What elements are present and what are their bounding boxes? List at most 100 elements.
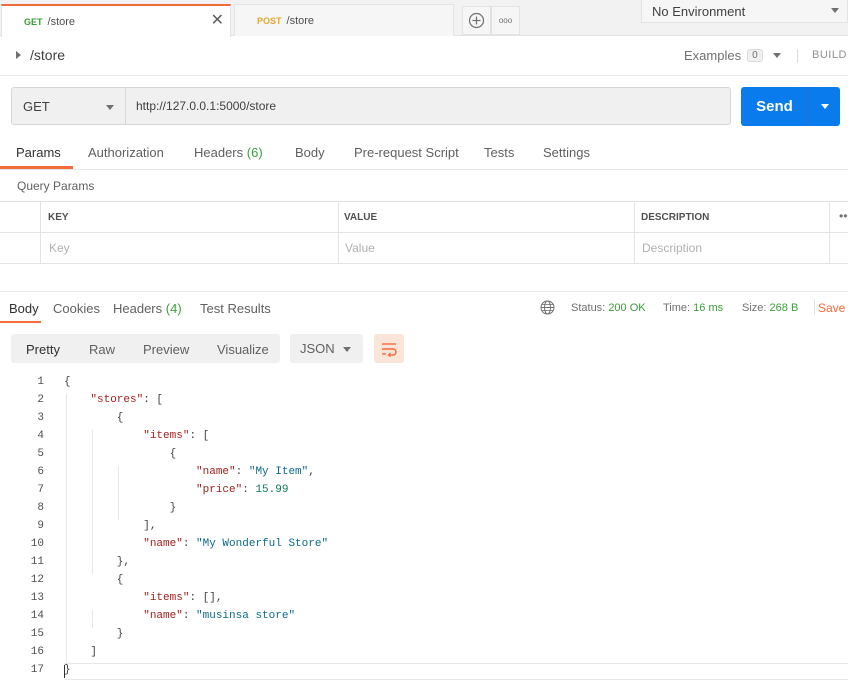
request-name-label: /store <box>30 47 66 63</box>
wrap-lines-button[interactable] <box>374 334 404 363</box>
line-number: 8 <box>37 502 44 514</box>
response-time: Time: 16 ms <box>663 302 723 314</box>
code-line: "items": [], <box>143 592 223 604</box>
line-number: 5 <box>37 448 44 460</box>
column-divider <box>338 201 339 264</box>
examples-label: Examples <box>684 48 742 63</box>
column-header-key: KEY <box>48 212 69 223</box>
close-tab-icon[interactable]: ✕ <box>211 13 224 29</box>
size-value: 268 B <box>769 302 799 314</box>
request-name[interactable]: /store <box>16 47 65 63</box>
chevron-down-icon <box>106 105 114 110</box>
tab-tests[interactable]: Tests <box>484 145 514 160</box>
response-size: Size: 268 B <box>742 302 798 314</box>
view-preview-button[interactable]: Preview <box>143 342 189 357</box>
code-line: "price": 15.99 <box>196 484 289 496</box>
save-response-button[interactable]: Save <box>818 301 845 315</box>
active-tab-indicator <box>0 321 41 323</box>
line-number: 14 <box>30 610 44 622</box>
more-horizontal-icon: ooo <box>498 16 513 25</box>
column-divider <box>829 201 830 264</box>
code-line: ], <box>64 520 157 532</box>
http-method-select[interactable]: GET <box>11 87 126 125</box>
column-header-description: DESCRIPTION <box>641 212 710 223</box>
tab-options-button[interactable]: ooo <box>491 6 520 35</box>
code-line: } <box>64 664 71 676</box>
response-tab-test-results[interactable]: Test Results <box>200 301 271 316</box>
response-body-editor[interactable]: 1 {2 "stores": [3 {4 "items": [5 {6 "name… <box>0 374 848 685</box>
tab-authorization[interactable]: Authorization <box>88 145 164 160</box>
code-line: ] <box>64 646 98 658</box>
code-line: }, <box>64 556 131 568</box>
line-number: 10 <box>30 538 44 550</box>
line-number: 4 <box>37 430 44 442</box>
tab-count: (6) <box>246 145 263 160</box>
response-tab-body[interactable]: Body <box>9 301 39 316</box>
param-description-input[interactable]: Description <box>642 241 702 255</box>
column-divider <box>40 201 41 264</box>
examples-dropdown[interactable]: Examples 0 <box>684 48 781 63</box>
tab-label: Params <box>16 145 61 160</box>
environment-label: No Environment <box>652 3 746 19</box>
send-options-chevron-icon[interactable] <box>821 104 829 109</box>
line-number: 6 <box>37 466 44 478</box>
divider <box>808 87 809 126</box>
code-line: { <box>64 574 124 586</box>
view-visualize-button[interactable]: Visualize <box>217 342 269 357</box>
view-pretty-button[interactable]: Pretty <box>26 342 60 357</box>
new-tab-button[interactable] <box>462 6 491 35</box>
status-label: Status: <box>571 302 606 314</box>
line-number: 7 <box>37 484 44 496</box>
environment-selector[interactable]: No Environment <box>641 0 848 23</box>
line-number: 16 <box>30 646 44 658</box>
chevron-down-icon <box>772 53 781 58</box>
tab-label: Body <box>9 301 39 316</box>
column-divider <box>634 201 635 264</box>
divider <box>0 169 848 170</box>
chevron-down-icon <box>831 8 839 13</box>
line-number: 3 <box>37 412 44 424</box>
url-input[interactable]: http://127.0.0.1:5000/store <box>126 87 731 125</box>
tab-count: (4) <box>165 301 182 316</box>
tab-label: Pre-request Script <box>354 145 459 160</box>
response-tab-headers[interactable]: Headers (4) <box>113 301 182 316</box>
indent-guide <box>92 430 93 574</box>
query-params-title: Query Params <box>17 179 95 193</box>
time-value: 16 ms <box>693 302 724 314</box>
chevron-down-icon <box>343 347 351 352</box>
tab-label: Headers <box>113 301 163 316</box>
param-key-input[interactable]: Key <box>49 241 70 255</box>
response-tab-cookies[interactable]: Cookies <box>53 301 100 316</box>
tab-label: Body <box>295 145 325 160</box>
code-line: } <box>64 502 177 514</box>
time-label: Time: <box>663 302 691 314</box>
code-line: { <box>64 448 177 460</box>
table-options-icon[interactable]: ••• <box>839 209 848 223</box>
view-raw-button[interactable]: Raw <box>89 342 115 357</box>
line-number: 1 <box>37 376 44 388</box>
tab-label: Headers <box>194 145 244 160</box>
code-line: } <box>64 628 124 640</box>
param-value-input[interactable]: Value <box>345 241 375 255</box>
tab-method-badge: POST <box>257 15 282 26</box>
divider <box>0 75 848 76</box>
request-tab-get-store[interactable]: GET /store ✕ <box>1 4 231 37</box>
tab-method-badge: GET <box>24 16 43 27</box>
send-button[interactable]: Send <box>741 87 840 126</box>
tab-settings[interactable]: Settings <box>543 145 590 160</box>
tab-label: Settings <box>543 145 590 160</box>
format-select[interactable]: JSON <box>290 334 363 363</box>
divider <box>797 49 798 63</box>
code-line: "stores": [ <box>90 394 164 406</box>
column-header-value: VALUE <box>344 212 378 223</box>
globe-icon[interactable] <box>540 300 555 315</box>
tab-pre-request-script[interactable]: Pre-request Script <box>354 145 459 160</box>
request-tab-post-store[interactable]: POST /store <box>234 4 454 36</box>
line-number: 13 <box>30 592 44 604</box>
tab-label: Test Results <box>200 301 271 316</box>
build-button[interactable]: BUILD <box>812 49 847 61</box>
send-label[interactable]: Send <box>741 87 808 126</box>
tab-headers[interactable]: Headers (6) <box>194 145 263 160</box>
tab-body[interactable]: Body <box>295 145 325 160</box>
tab-params[interactable]: Params <box>16 145 61 160</box>
